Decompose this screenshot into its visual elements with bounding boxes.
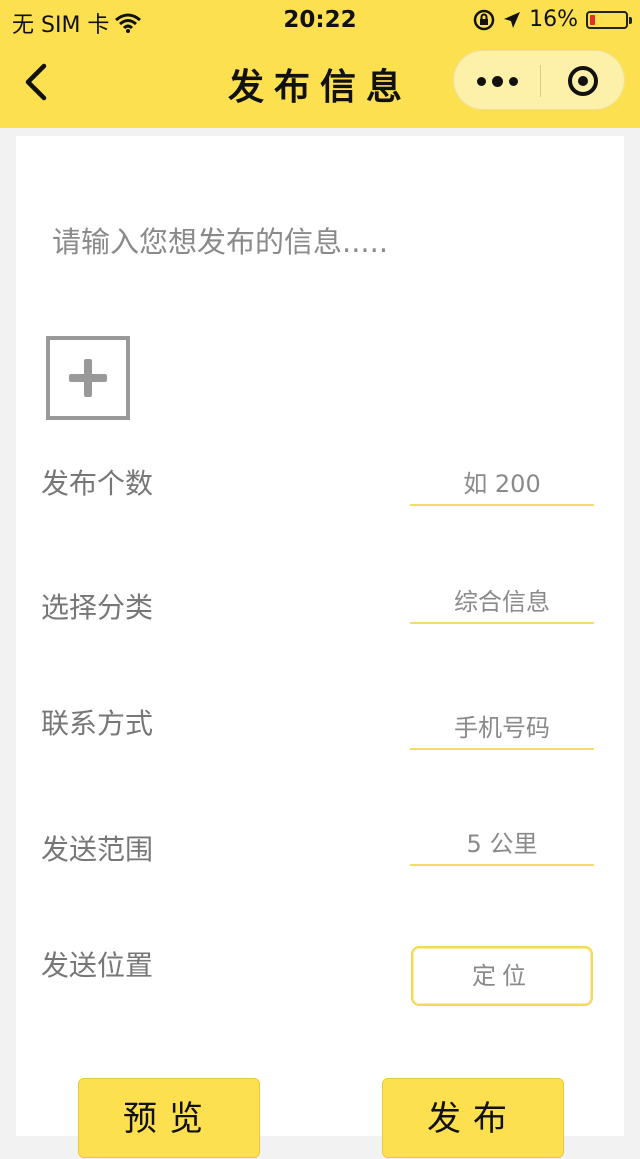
category-label: 选择分类 [41,591,154,624]
target-icon-dot [578,76,588,86]
more-button[interactable] [454,51,540,111]
battery-level [590,14,595,25]
battery-percent: 16% [529,7,578,32]
contact-input[interactable]: 手机号码 [410,708,594,750]
nav-bar: 发布信息 [0,40,640,128]
location-label: 发送位置 [41,949,154,982]
contact-label: 联系方式 [41,707,154,740]
location-arrow-icon [504,11,521,28]
count-label: 发布个数 [41,467,154,500]
more-dots-icon [476,76,486,86]
rotation-lock-icon [473,9,495,30]
target-icon [568,66,598,96]
status-right: 16% [473,7,632,32]
locate-button[interactable]: 定位 [411,946,593,1006]
battery-icon [586,10,632,29]
add-image-button[interactable] [46,336,130,420]
app-header: 无 SIM 卡 20:22 16% 发布信息 [0,0,640,128]
range-label: 发送范围 [41,833,154,866]
more-dots-icon [508,76,518,86]
category-select[interactable]: 综合信息 [410,582,594,624]
close-mini-program-button[interactable] [540,51,626,111]
more-dots-icon [491,75,503,87]
form-card: 请输入您想发布的信息..... 发布个数 如 200 选择分类 综合信息 联系方… [16,136,624,1158]
publish-button[interactable]: 发布 [382,1078,564,1158]
preview-button[interactable]: 预览 [78,1078,260,1158]
count-input[interactable]: 如 200 [410,464,594,506]
status-bar: 无 SIM 卡 20:22 16% [0,0,640,40]
range-input[interactable]: 5 公里 [410,824,594,866]
message-input[interactable]: 请输入您想发布的信息..... [52,220,592,264]
mini-program-capsule [453,50,625,110]
